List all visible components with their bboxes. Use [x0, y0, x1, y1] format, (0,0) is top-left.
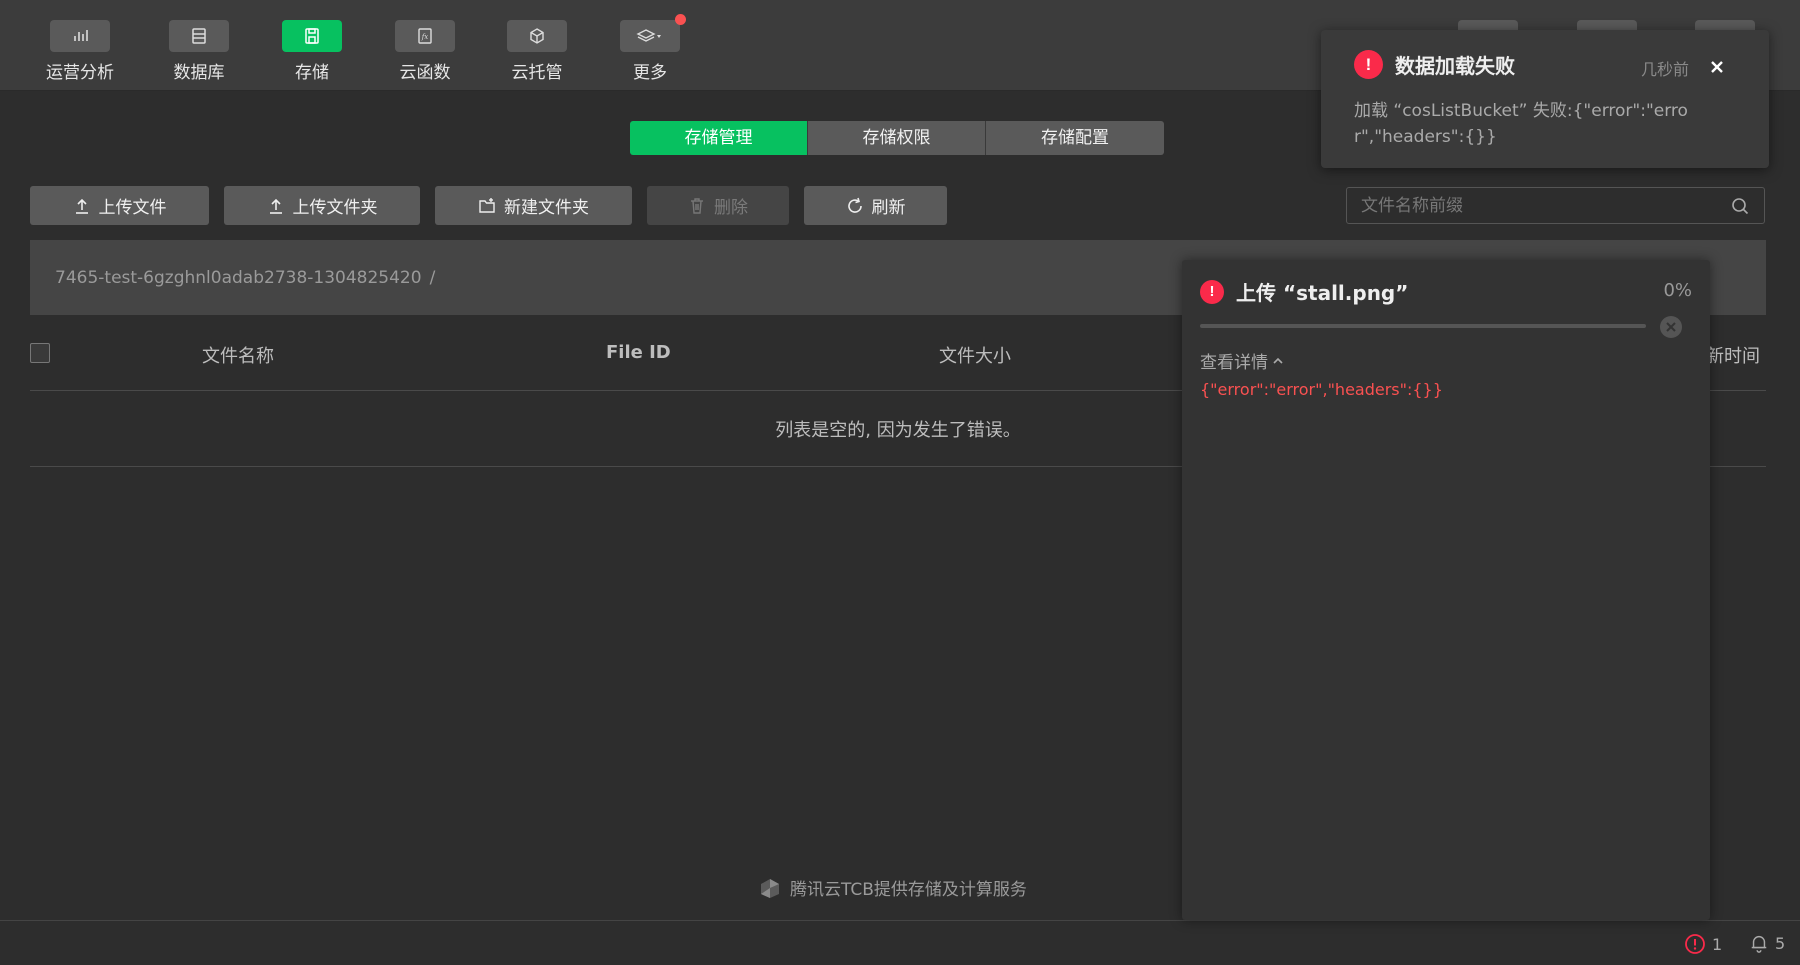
refresh-label: 刷新 — [871, 198, 906, 218]
bar-chart-icon — [74, 30, 88, 41]
footer-brand-text: 腾讯云TCB提供存储及计算服务 — [790, 880, 1027, 900]
nav-item-more[interactable]: 更多 — [600, 14, 700, 83]
toast-time: 几秒前 — [1641, 60, 1690, 79]
nav-button[interactable] — [50, 20, 110, 52]
refresh-icon — [847, 197, 862, 213]
upload-file-label: 上传文件 — [98, 198, 167, 218]
upload-error-details: {"error":"error","headers":{}} — [1200, 380, 1443, 399]
function-icon: fx — [418, 28, 432, 44]
search-icon[interactable] — [1730, 196, 1750, 216]
toast-title-text: 数据加载失败 — [1395, 54, 1515, 78]
cancel-upload-button[interactable] — [1660, 316, 1682, 338]
view-details-toggle[interactable]: 查看详情 — [1200, 348, 1284, 373]
upload-file-button[interactable]: 上传文件 — [30, 186, 209, 225]
select-all-checkbox[interactable] — [30, 343, 50, 363]
empty-message: 列表是空的, 因为发生了错误。 — [775, 420, 1021, 441]
nav-button[interactable] — [507, 20, 567, 52]
close-icon — [1711, 61, 1723, 73]
nav-label: 存储 — [295, 63, 329, 83]
upload-progress-bar — [1200, 324, 1646, 328]
nav-label: 云函数 — [399, 63, 451, 83]
upload-folder-button[interactable]: 上传文件夹 — [224, 186, 420, 225]
delete-label: 删除 — [714, 198, 748, 218]
view-details-label: 查看详情 — [1200, 353, 1268, 373]
search-box — [1346, 187, 1765, 224]
upload-panel: ! 上传 “stall.png” 0% 查看详情 {"error":"error… — [1182, 260, 1710, 920]
notification-count[interactable]: 5 — [1749, 933, 1785, 953]
notification-count-value: 5 — [1775, 933, 1786, 953]
nav-button[interactable] — [282, 20, 342, 52]
upload-folder-label: 上传文件夹 — [292, 198, 378, 218]
upload-icon — [75, 198, 88, 214]
tab-storage-permissions[interactable]: 存储权限 — [808, 121, 986, 155]
column-file-size[interactable]: 文件大小 — [939, 342, 1011, 368]
nav-button[interactable]: fx — [395, 20, 455, 52]
footer-brand: 腾讯云TCB提供存储及计算服务 — [758, 875, 1027, 900]
error-icon: ! — [1200, 279, 1224, 304]
upload-title-text: 上传 “stall.png” — [1236, 281, 1409, 305]
nav-item-storage[interactable]: 存储 — [262, 20, 362, 83]
storage-tabs: 存储管理 存储权限 存储配置 — [630, 121, 1164, 155]
nav-button[interactable] — [169, 20, 229, 52]
breadcrumb-separator: / — [429, 267, 436, 288]
nav-label: 云托管 — [511, 63, 563, 83]
error-icon: ! — [1354, 50, 1383, 79]
error-toast: ! 数据加载失败 几秒前 加载 “cosListBucket” 失败:{"err… — [1321, 30, 1769, 168]
search-input[interactable] — [1361, 195, 1730, 216]
chevron-up-icon — [1273, 357, 1283, 364]
bell-icon — [1751, 935, 1767, 953]
nav-button[interactable] — [620, 14, 686, 52]
nav-item-functions[interactable]: fx 云函数 — [375, 20, 475, 83]
svg-text:fx: fx — [421, 33, 429, 41]
folder-plus-icon — [479, 197, 495, 213]
tab-storage-config[interactable]: 存储配置 — [986, 121, 1164, 155]
tab-storage-management[interactable]: 存储管理 — [630, 121, 808, 155]
nav-label: 数据库 — [173, 63, 225, 83]
nav-item-cloud-hosting[interactable]: 云托管 — [487, 20, 587, 83]
notification-dot — [675, 14, 686, 25]
column-file-id[interactable]: File ID — [606, 342, 671, 363]
upload-icon — [269, 198, 282, 214]
layers-icon — [636, 29, 661, 42]
upload-percent: 0% — [1663, 280, 1692, 301]
column-updated-time[interactable]: 新时间 — [1706, 342, 1760, 368]
trash-icon — [691, 197, 703, 214]
close-circle-icon — [1661, 317, 1681, 337]
tcb-logo-icon — [761, 878, 779, 898]
upload-title: ! 上传 “stall.png” — [1200, 277, 1408, 306]
toast-close-button[interactable] — [1706, 56, 1728, 78]
refresh-button[interactable]: 刷新 — [804, 186, 947, 225]
new-folder-button[interactable]: 新建文件夹 — [435, 186, 632, 225]
nav-item-analytics[interactable]: 运营分析 — [30, 20, 130, 83]
error-count[interactable]: 1 — [1684, 933, 1722, 955]
breadcrumb-bucket[interactable]: 7465-test-6gzghnl0adab2738-1304825420 — [55, 268, 422, 288]
toast-title: ! 数据加载失败 — [1354, 50, 1515, 79]
column-file-name[interactable]: 文件名称 — [202, 342, 274, 368]
status-bar: 1 5 — [0, 920, 1800, 965]
error-circle-icon — [1685, 934, 1705, 954]
cube-icon — [530, 28, 544, 44]
delete-button[interactable]: 删除 — [647, 186, 789, 225]
toast-message: 加载 “cosListBucket” 失败:{"error":"error","… — [1354, 101, 1688, 147]
new-folder-label: 新建文件夹 — [504, 198, 589, 218]
error-count-value: 1 — [1712, 934, 1723, 954]
database-icon — [192, 28, 206, 44]
nav-label: 运营分析 — [46, 63, 114, 83]
nav-label: 更多 — [633, 63, 667, 83]
save-icon — [305, 28, 319, 44]
nav-item-database[interactable]: 数据库 — [149, 20, 249, 83]
